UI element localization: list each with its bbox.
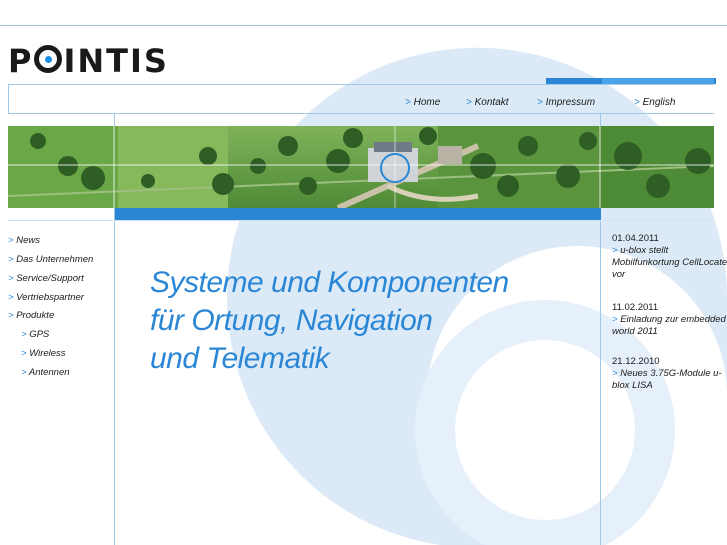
page-headline: Systeme und Komponenten für Ortung, Navi… (150, 264, 570, 378)
news-item-3-link[interactable]: > Neues 3.75G-Module u- blox LISA (612, 368, 727, 392)
aerial-photo (8, 126, 714, 208)
menu-label: Service/Support (16, 273, 84, 284)
top-navigation (8, 84, 714, 114)
arrow-icon: > (8, 273, 14, 284)
nav-kontakt-link[interactable]: > Kontakt (466, 97, 509, 108)
menu-item-service-support[interactable]: > Service/Support (8, 273, 84, 284)
menu-label: Vertriebspartner (16, 292, 84, 303)
arrow-icon: > (466, 97, 472, 108)
top-rule (0, 25, 727, 26)
arrow-icon: > (612, 368, 618, 379)
news-text-line: blox LISA (612, 380, 653, 391)
news-item-2-link[interactable]: > Einladung zur embedded world 2011 (612, 314, 727, 338)
arrow-icon: > (634, 97, 640, 108)
aerial-photo-banner (8, 126, 714, 208)
menu-item-news[interactable]: > News (8, 235, 40, 246)
arrow-icon: > (8, 254, 14, 265)
arrow-icon: > (21, 367, 27, 378)
logo-o-icon (34, 45, 63, 73)
news-date: 21.12.2010 (612, 356, 660, 367)
arrow-icon: > (8, 310, 14, 321)
nav-impressum-link[interactable]: > Impressum (537, 97, 595, 108)
menu-label: Antennen (28, 367, 70, 378)
menu-label: Wireless (29, 348, 66, 359)
nav-label: Impressum (545, 97, 596, 108)
pointis-logo[interactable]: P INTIS (8, 44, 169, 78)
news-text-line: vor (612, 269, 626, 280)
headline-line-1: Systeme und Komponenten (150, 266, 509, 299)
menu-item-vertriebspartner[interactable]: > Vertriebspartner (8, 292, 84, 303)
menu-label: Produkte (16, 310, 55, 321)
arrow-icon: > (8, 292, 14, 303)
menu-subitem-antennen[interactable]: > Antennen (21, 367, 70, 378)
news-date: 01.04.2011 (612, 233, 659, 244)
nav-label: Home (413, 97, 441, 108)
nav-english-link[interactable]: > English (634, 97, 675, 108)
news-text-line: Mobilfunkortung CellLocate (612, 257, 727, 268)
content-top-rule (8, 220, 714, 221)
menu-item-das-unternehmen[interactable]: > Das Unternehmen (8, 254, 93, 265)
news-item-1-link[interactable]: > u-blox stellt Mobilfunkortung CellLoca… (612, 245, 727, 281)
arrow-icon: > (612, 314, 618, 325)
nav-label: English (642, 97, 676, 108)
news-text-line: Einladung zur embedded (620, 314, 726, 325)
arrow-icon: > (612, 245, 618, 256)
arrow-icon: > (537, 97, 543, 108)
banner-accent-bar (115, 208, 601, 220)
news-text-line: u-blox stellt (620, 245, 669, 256)
logo-text-rest: INTIS (63, 42, 169, 80)
arrow-icon: > (405, 97, 411, 108)
nav-label: Kontakt (474, 97, 509, 108)
arrow-icon: > (21, 348, 27, 359)
news-text-line: Neues 3.75G-Module u- (620, 368, 722, 379)
headline-line-2: für Ortung, Navigation (150, 304, 433, 337)
menu-subitem-gps[interactable]: > GPS (21, 329, 49, 340)
menu-label: GPS (29, 329, 50, 340)
menu-label: News (16, 235, 40, 246)
menu-item-produkte[interactable]: > Produkte (8, 310, 54, 321)
menu-label: Das Unternehmen (16, 254, 94, 265)
arrow-icon: > (21, 329, 27, 340)
menu-subitem-wireless[interactable]: > Wireless (21, 348, 66, 359)
news-text-line: world 2011 (612, 326, 658, 337)
arrow-icon: > (8, 235, 14, 246)
news-date: 11.02.2011 (612, 302, 659, 313)
logo-text-p: P (8, 42, 34, 80)
nav-home-link[interactable]: > Home (405, 97, 440, 108)
headline-line-3: und Telematik (150, 342, 330, 375)
